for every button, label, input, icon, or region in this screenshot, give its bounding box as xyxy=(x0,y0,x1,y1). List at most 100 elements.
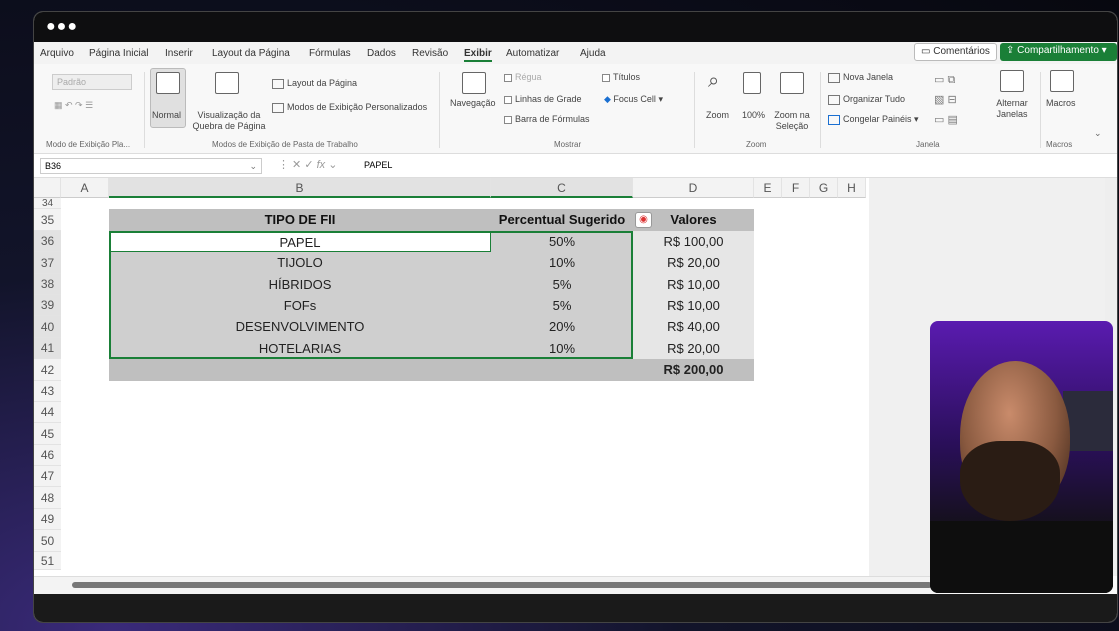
name-box[interactable]: B36 ⌄ xyxy=(40,158,262,174)
presenter-shirt xyxy=(930,521,1113,593)
menu-bar: Arquivo Página Inicial Inserir Layout da… xyxy=(34,42,1117,64)
row-header[interactable]: 49 xyxy=(34,509,61,530)
row-header[interactable]: 46 xyxy=(34,445,61,466)
row-header[interactable]: 34 xyxy=(34,198,61,209)
table-cell-valor[interactable]: R$ 100,00 xyxy=(633,231,754,252)
group-label-macros: Macros xyxy=(1046,140,1073,149)
page-layout-icon xyxy=(272,78,284,89)
gridlines-checkbox[interactable]: Linhas de Grade xyxy=(504,94,582,104)
row-header[interactable]: 41 xyxy=(34,338,61,359)
row-header[interactable]: 36 xyxy=(34,231,61,252)
page-break-view-button[interactable]: Visualização da Quebra de Página xyxy=(192,110,266,132)
table-cell-valor[interactable]: R$ 20,00 xyxy=(633,338,754,359)
menu-exibir[interactable]: Exibir xyxy=(464,48,492,62)
table-cell-valor[interactable]: R$ 40,00 xyxy=(633,316,754,338)
presenter-beard xyxy=(960,441,1060,521)
headings-checkbox[interactable]: Títulos xyxy=(602,72,640,82)
row-header[interactable]: 42 xyxy=(34,359,61,381)
table-cell-percentual[interactable]: 10% xyxy=(491,338,633,359)
select-all-corner[interactable] xyxy=(34,178,61,198)
focus-cell-icon: ◆ xyxy=(604,94,614,104)
table-cell-percentual[interactable]: 5% xyxy=(491,295,633,316)
table-cell-tipo[interactable]: HÍBRIDOS xyxy=(109,274,491,295)
row-header[interactable]: 40 xyxy=(34,316,61,338)
table-cell-percentual[interactable]: 20% xyxy=(491,316,633,338)
row-header[interactable]: 47 xyxy=(34,466,61,487)
column-header-a[interactable]: A xyxy=(61,178,109,198)
new-window-button[interactable]: Nova Janela xyxy=(828,72,893,83)
navigation-button[interactable]: Navegação xyxy=(450,98,496,108)
row-header[interactable]: 50 xyxy=(34,530,61,552)
quick-analysis-icon[interactable]: ◉ xyxy=(635,212,652,228)
menu-automatizar[interactable]: Automatizar xyxy=(506,48,559,59)
column-header-h[interactable]: H xyxy=(838,178,866,198)
scroll-thumb[interactable] xyxy=(72,582,932,588)
column-header-c[interactable]: C xyxy=(491,178,633,198)
formula-input[interactable]: PAPEL xyxy=(364,160,392,170)
row-header[interactable]: 37 xyxy=(34,252,61,274)
table-cell-tipo[interactable]: DESENVOLVIMENTO xyxy=(109,316,491,338)
sheet-view-icons[interactable]: ▦ ↶ ↷ ☰ xyxy=(54,100,93,111)
menu-arquivo[interactable]: Arquivo xyxy=(40,48,74,59)
table-cell-valor[interactable]: R$ 10,00 xyxy=(633,295,754,316)
share-button[interactable]: ⇪ Compartilhamento ▾ xyxy=(1000,43,1117,61)
ruler-checkbox[interactable]: Régua xyxy=(504,72,542,82)
row-header[interactable]: 51 xyxy=(34,552,61,570)
table-cell-valor[interactable]: R$ 20,00 xyxy=(633,252,754,274)
arrange-all-button[interactable]: Organizar Tudo xyxy=(828,94,905,105)
menu-ajuda[interactable]: Ajuda xyxy=(580,48,606,59)
comments-button[interactable]: ▭ Comentários xyxy=(914,43,997,61)
page-layout-button[interactable]: Layout da Página xyxy=(272,78,357,89)
total-row-blank[interactable] xyxy=(109,359,633,381)
table-cell-tipo[interactable]: FOFs xyxy=(109,295,491,316)
row-header[interactable]: 44 xyxy=(34,402,61,423)
table-header-percentual[interactable]: Percentual Sugerido xyxy=(491,209,633,231)
zoom-button[interactable]: Zoom xyxy=(706,110,729,120)
table-cell-tipo[interactable]: PAPEL xyxy=(109,231,491,252)
zoom-100-button[interactable]: 100% xyxy=(742,110,765,120)
total-value[interactable]: R$ 200,00 xyxy=(633,359,754,381)
menu-formulas[interactable]: Fórmulas xyxy=(309,48,351,59)
menu-inserir[interactable]: Inserir xyxy=(165,48,193,59)
ribbon-divider xyxy=(1040,72,1041,148)
menu-layout[interactable]: Layout da Página xyxy=(212,48,290,59)
column-header-e[interactable]: E xyxy=(754,178,782,198)
ribbon: Padrão ▦ ↶ ↷ ☰ Modo de Exibição Pla... N… xyxy=(34,64,1117,154)
row-header[interactable]: 38 xyxy=(34,274,61,295)
table-cell-tipo[interactable]: HOTELARIAS xyxy=(109,338,491,359)
column-header-d[interactable]: D xyxy=(633,178,754,198)
status-bar xyxy=(34,594,1117,622)
title-bar: ●●● xyxy=(34,12,1117,42)
row-header[interactable]: 43 xyxy=(34,381,61,402)
table-cell-percentual[interactable]: 5% xyxy=(491,274,633,295)
menu-dados[interactable]: Dados xyxy=(367,48,396,59)
sheet-view-dropdown[interactable]: Padrão xyxy=(52,74,132,90)
zoom-selection-button[interactable]: Zoom na Seleção xyxy=(772,110,812,132)
table-cell-percentual[interactable]: 10% xyxy=(491,252,633,274)
horizontal-scrollbar[interactable] xyxy=(34,576,934,594)
switch-windows-button[interactable]: Alternar Janelas xyxy=(990,98,1034,120)
table-cell-tipo[interactable]: TIJOLO xyxy=(109,252,491,274)
row-header[interactable]: 48 xyxy=(34,487,61,509)
row-header[interactable]: 35 xyxy=(34,209,61,231)
chevron-down-icon[interactable]: ⌄ xyxy=(1094,128,1102,139)
table-cell-percentual[interactable]: 50% xyxy=(491,231,633,252)
menu-pagina-inicial[interactable]: Página Inicial xyxy=(89,48,148,59)
focus-cell-button[interactable]: ◆ Focus Cell ▾ xyxy=(604,94,663,105)
window-controls[interactable]: ●●● xyxy=(46,18,78,36)
menu-revisao[interactable]: Revisão xyxy=(412,48,448,59)
custom-views-button[interactable]: Modos de Exibição Personalizados xyxy=(272,102,427,113)
column-header-g[interactable]: G xyxy=(810,178,838,198)
row-header[interactable]: 39 xyxy=(34,295,61,316)
table-cell-valor[interactable]: R$ 10,00 xyxy=(633,274,754,295)
column-header-b[interactable]: B xyxy=(109,178,491,198)
table-header-tipo[interactable]: TIPO DE FII xyxy=(109,209,491,231)
macros-button[interactable]: Macros xyxy=(1046,98,1076,108)
freeze-panes-button[interactable]: Congelar Painéis ▾ xyxy=(828,114,919,125)
column-header-f[interactable]: F xyxy=(782,178,810,198)
new-window-icon xyxy=(828,72,840,83)
row-header[interactable]: 45 xyxy=(34,423,61,445)
window-small-icons[interactable]: ▭ ⧉ ▧ ⊟ ▭ ▤ xyxy=(934,70,958,130)
formula-fx-icon[interactable]: ⋮ ✕ ✓ fx ⌄ xyxy=(278,158,337,171)
formula-bar-checkbox[interactable]: Barra de Fórmulas xyxy=(504,114,590,124)
